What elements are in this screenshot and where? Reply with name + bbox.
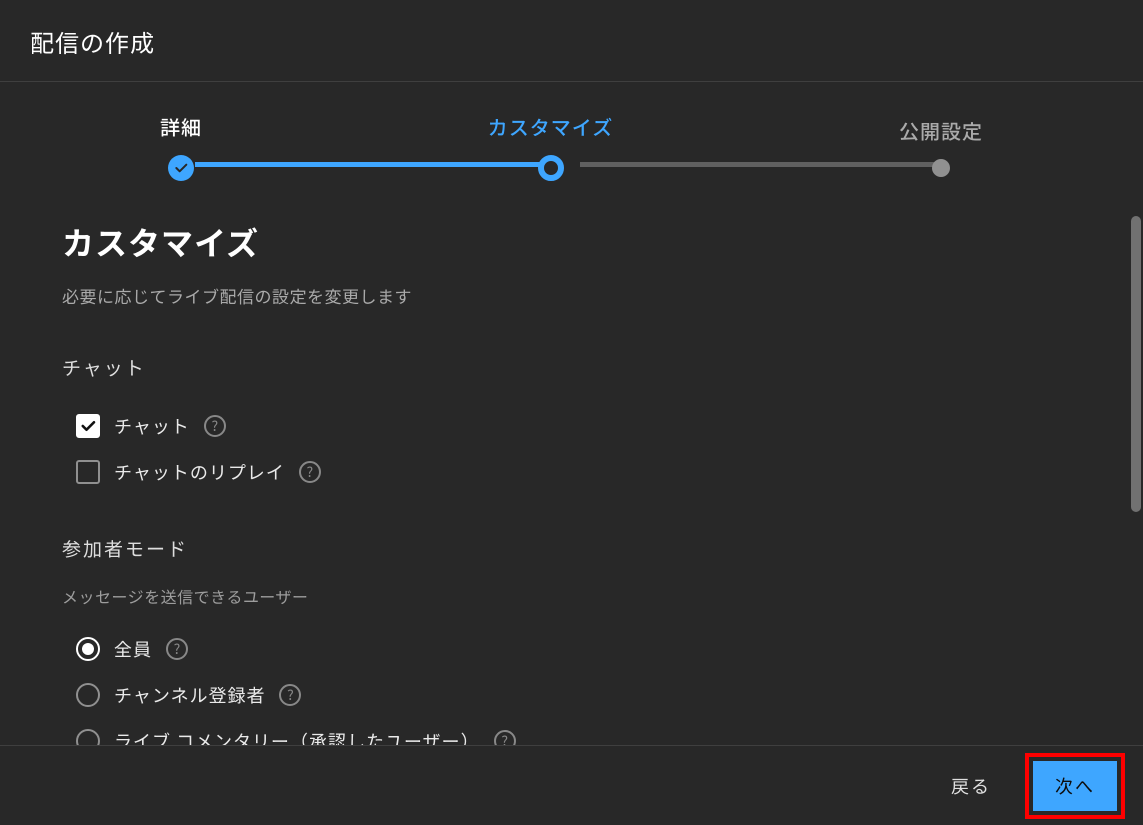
help-icon[interactable]: ? (299, 461, 321, 483)
chat-option-row: チャット ? (62, 403, 1083, 449)
everyone-radio[interactable] (76, 637, 100, 661)
next-button-highlight: 次へ (1025, 753, 1125, 819)
content-area: カスタマイズ 必要に応じてライブ配信の設定を変更します チャット チャット ? … (0, 185, 1143, 745)
participant-live-commentary-row: ライブ コメンタリー（承認したユーザー） ? (62, 718, 1083, 745)
stepper: 詳細 カスタマイズ 公開設定 (0, 82, 1143, 185)
step-details[interactable]: 詳細 (160, 112, 202, 181)
step-line-2 (580, 162, 945, 167)
check-icon (79, 417, 97, 435)
circle-active-icon (538, 155, 564, 181)
back-button[interactable]: 戻る (937, 763, 1005, 809)
chat-checkbox[interactable] (76, 414, 100, 438)
section-title: カスタマイズ (62, 219, 1083, 265)
everyone-label: 全員 (114, 636, 152, 662)
circle-icon (932, 159, 950, 177)
step-label: カスタマイズ (488, 112, 613, 141)
help-icon[interactable]: ? (494, 730, 516, 745)
participant-subscribers-row: チャンネル登録者 ? (62, 672, 1083, 718)
chat-group: チャット チャット ? チャットのリプレイ ? (62, 354, 1083, 495)
radio-dot-icon (82, 643, 94, 655)
chat-option-label: チャット (114, 413, 190, 439)
help-icon[interactable]: ? (204, 415, 226, 437)
subscribers-label: チャンネル登録者 (114, 682, 265, 708)
participant-group-title: 参加者モード (62, 535, 1083, 562)
help-icon[interactable]: ? (166, 638, 188, 660)
check-circle-icon (168, 155, 194, 181)
participant-everyone-row: 全員 ? (62, 626, 1083, 672)
modal-title: 配信の作成 (30, 24, 1113, 59)
modal-footer: 戻る 次へ (0, 745, 1143, 825)
chat-group-title: チャット (62, 354, 1083, 381)
next-button[interactable]: 次へ (1033, 761, 1117, 811)
create-stream-modal: 配信の作成 詳細 カスタマイズ 公開設定 カスタマイズ 必要に応じてライブ配信の… (0, 0, 1143, 825)
scrollbar-thumb[interactable] (1131, 216, 1141, 512)
step-visibility[interactable]: 公開設定 (899, 116, 983, 177)
chat-replay-checkbox[interactable] (76, 460, 100, 484)
step-label: 詳細 (160, 112, 202, 141)
chat-replay-option-label: チャットのリプレイ (114, 459, 285, 485)
live-commentary-label: ライブ コメンタリー（承認したユーザー） (114, 728, 480, 745)
modal-header: 配信の作成 (0, 0, 1143, 82)
help-icon[interactable]: ? (279, 684, 301, 706)
chat-replay-option-row: チャットのリプレイ ? (62, 449, 1083, 495)
step-customize[interactable]: カスタマイズ (488, 112, 613, 181)
live-commentary-radio[interactable] (76, 729, 100, 745)
step-label: 公開設定 (899, 116, 983, 145)
participant-group: 参加者モード メッセージを送信できるユーザー 全員 ? チャンネル登録者 ? ラ… (62, 535, 1083, 745)
participant-group-desc: メッセージを送信できるユーザー (62, 584, 1083, 608)
subscribers-radio[interactable] (76, 683, 100, 707)
section-description: 必要に応じてライブ配信の設定を変更します (62, 283, 1083, 308)
